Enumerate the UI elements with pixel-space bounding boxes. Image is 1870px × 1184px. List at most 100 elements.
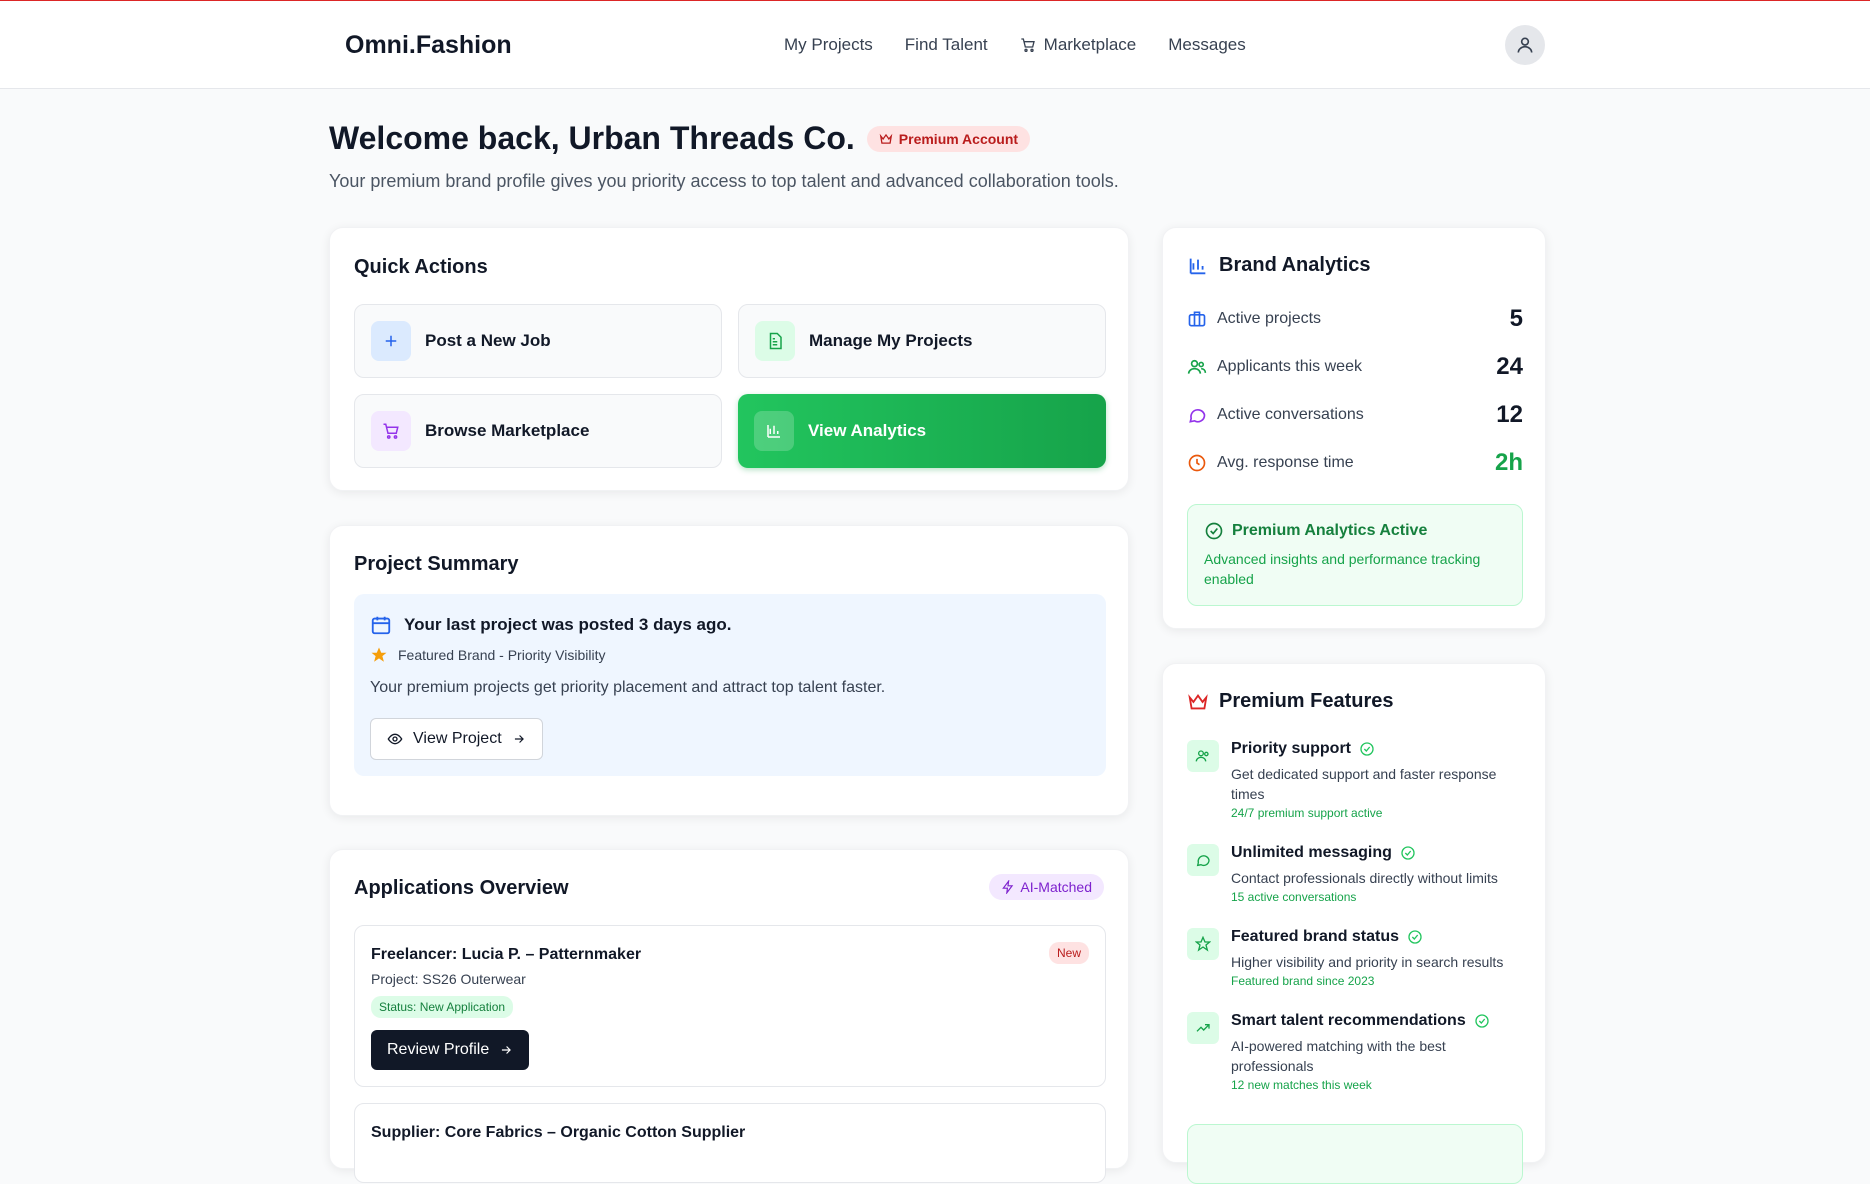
premium-features-footer-box [1187, 1124, 1523, 1184]
stat-label: Active projects [1217, 310, 1322, 327]
feature-item: Smart talent recommendations AI-powered … [1187, 1012, 1523, 1092]
feature-name: Unlimited messaging [1231, 844, 1392, 861]
post-job-button[interactable]: Post a New Job [354, 304, 722, 378]
feature-name: Smart talent recommendations [1231, 1012, 1466, 1029]
user-icon [1517, 37, 1533, 53]
check-circle-icon [1401, 846, 1415, 860]
stat-label: Active conversations [1217, 406, 1364, 423]
stat-label: Applicants this week [1217, 358, 1362, 375]
quick-actions-title: Quick Actions [354, 256, 488, 278]
eye-icon [387, 733, 403, 745]
stat-label: Avg. response time [1217, 454, 1354, 471]
feature-desc: Higher visibility and priority in search… [1231, 954, 1504, 970]
cart-icon [371, 411, 411, 451]
feature-item: Featured brand status Higher visibility … [1187, 928, 1523, 988]
plus-icon [371, 321, 411, 361]
lightning-icon [1002, 880, 1014, 894]
welcome-section: Welcome back, Urban Threads Co. Premium … [329, 120, 1119, 192]
star-icon [371, 647, 387, 662]
application-project: Project: SS26 Outerwear [371, 971, 526, 987]
application-item: Supplier: Core Fabrics – Organic Cotton … [354, 1103, 1106, 1183]
arrow-right-icon [514, 735, 524, 743]
feature-name: Priority support [1231, 740, 1352, 757]
star-icon [1187, 928, 1219, 960]
clock-icon [1188, 454, 1206, 472]
project-summary-title: Project Summary [354, 553, 519, 575]
users-icon [1187, 359, 1207, 374]
feature-note: 12 new matches this week [1231, 1078, 1372, 1092]
premium-account-badge: Premium Account [866, 125, 1031, 152]
feature-desc: Get dedicated support and faster respons… [1231, 766, 1497, 802]
stat-value: 5 [1509, 305, 1523, 332]
featured-brand-text: Featured Brand - Priority Visibility [398, 647, 606, 663]
feature-item: Priority support Get dedicated support a… [1187, 740, 1523, 820]
briefcase-icon [1188, 311, 1206, 327]
nav-links: My Projects Find Talent Marketplace Mess… [784, 35, 1246, 55]
feature-note: 24/7 premium support active [1231, 806, 1383, 820]
check-circle-icon [1408, 930, 1422, 944]
manage-projects-label: Manage My Projects [809, 331, 973, 350]
application-item: Freelancer: Lucia P. – Patternmaker Proj… [354, 925, 1106, 1087]
users-icon [1187, 740, 1219, 772]
page-title: Welcome back, Urban Threads Co. [329, 120, 855, 156]
feature-note: 15 active conversations [1231, 890, 1357, 904]
premium-features-card: Premium Features Priority support Get de… [1162, 663, 1546, 1184]
bar-chart-icon [754, 411, 794, 451]
view-analytics-button[interactable]: View Analytics [738, 394, 1106, 468]
manage-projects-button[interactable]: Manage My Projects [738, 304, 1106, 378]
view-analytics-label: View Analytics [808, 421, 927, 440]
message-icon [1189, 408, 1206, 423]
check-circle-icon [1205, 522, 1223, 540]
calendar-icon [371, 616, 391, 635]
brand-logo[interactable]: Omni.Fashion [345, 31, 512, 60]
bar-chart-icon [1189, 258, 1206, 274]
premium-analytics-title: Premium Analytics Active [1232, 522, 1428, 539]
feature-item: Unlimited messaging Contact professional… [1187, 844, 1523, 904]
document-icon [755, 321, 795, 361]
stat-applicants: Applicants this week 24 [1187, 352, 1523, 382]
brand-analytics-title: Brand Analytics [1219, 254, 1371, 276]
feature-desc: Contact professionals directly without l… [1231, 870, 1498, 886]
project-summary-description: Your premium projects get priority place… [370, 679, 886, 696]
review-profile-label: Review Profile [387, 1041, 490, 1058]
trending-up-icon [1187, 1012, 1219, 1044]
avatar[interactable] [1505, 25, 1545, 65]
stat-response-time: Avg. response time 2h [1187, 448, 1523, 478]
crown-icon [879, 133, 893, 144]
new-badge: New [1048, 942, 1089, 964]
browse-marketplace-button[interactable]: Browse Marketplace [354, 394, 722, 468]
post-job-label: Post a New Job [425, 331, 551, 350]
stat-value: 24 [1496, 353, 1523, 380]
ai-matched-badge: AI-Matched [989, 874, 1104, 900]
premium-badge-label: Premium Account [898, 130, 1019, 147]
nav-link-find-talent[interactable]: Find Talent [905, 35, 988, 55]
applications-overview-card: Applications Overview AI-Matched Freelan… [329, 849, 1129, 1183]
top-navbar: Omni.Fashion My Projects Find Talent Mar… [0, 1, 1870, 89]
crown-icon [1188, 693, 1208, 709]
premium-analytics-desc: Advanced insights and performance tracki… [1204, 551, 1481, 587]
feature-desc: AI-powered matching with the best profes… [1231, 1038, 1446, 1074]
stat-active-projects: Active projects 5 [1187, 304, 1523, 334]
review-profile-button[interactable]: Review Profile [371, 1030, 530, 1070]
project-summary-headline: Your last project was posted 3 days ago. [404, 615, 732, 634]
ai-matched-label: AI-Matched [1020, 879, 1092, 895]
stat-conversations: Active conversations 12 [1187, 400, 1523, 430]
project-summary-card: Project Summary Your last project was po… [329, 525, 1129, 816]
premium-features-title: Premium Features [1219, 690, 1394, 712]
brand-analytics-card: Brand Analytics Active projects 5 Applic… [1162, 227, 1546, 629]
nav-link-messages[interactable]: Messages [1168, 35, 1245, 55]
application-name: Freelancer: Lucia P. – Patternmaker [371, 946, 642, 963]
nav-link-marketplace-label: Marketplace [1043, 35, 1137, 54]
status-badge: Status: New Application [371, 996, 514, 1018]
cart-icon [1020, 38, 1035, 52]
view-project-label: View Project [413, 730, 502, 747]
browse-marketplace-label: Browse Marketplace [425, 421, 590, 440]
nav-link-my-projects[interactable]: My Projects [784, 35, 873, 55]
stat-value: 12 [1496, 401, 1523, 428]
feature-note: Featured brand since 2023 [1231, 974, 1375, 988]
check-circle-icon [1475, 1014, 1489, 1028]
nav-link-marketplace[interactable]: Marketplace [1020, 35, 1137, 55]
check-circle-icon [1360, 742, 1374, 756]
view-project-button[interactable]: View Project [370, 718, 543, 760]
stat-value: 2h [1494, 449, 1523, 476]
